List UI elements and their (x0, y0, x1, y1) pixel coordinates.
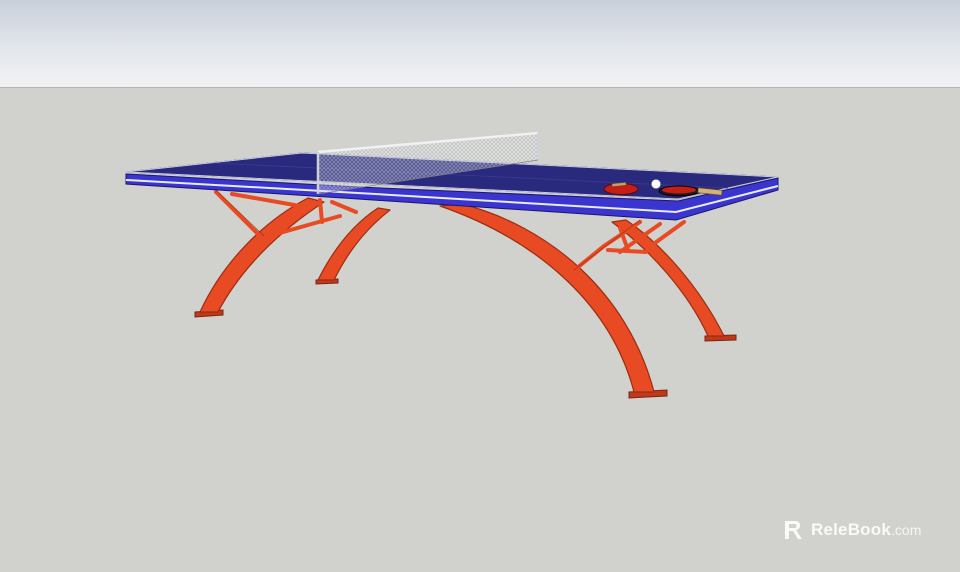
ping-pong-ball (651, 179, 661, 189)
front-legs (199, 197, 655, 393)
watermark-brand: ReleBook (811, 520, 892, 539)
table-tennis-scene (125, 131, 779, 399)
relebook-logo-icon (785, 521, 802, 539)
back-leg-right (611, 219, 725, 337)
front-leg-left (199, 197, 325, 313)
watermark: ReleBook .com (783, 518, 921, 542)
watermark-tld: .com (891, 522, 922, 538)
foot-pads (194, 278, 737, 399)
